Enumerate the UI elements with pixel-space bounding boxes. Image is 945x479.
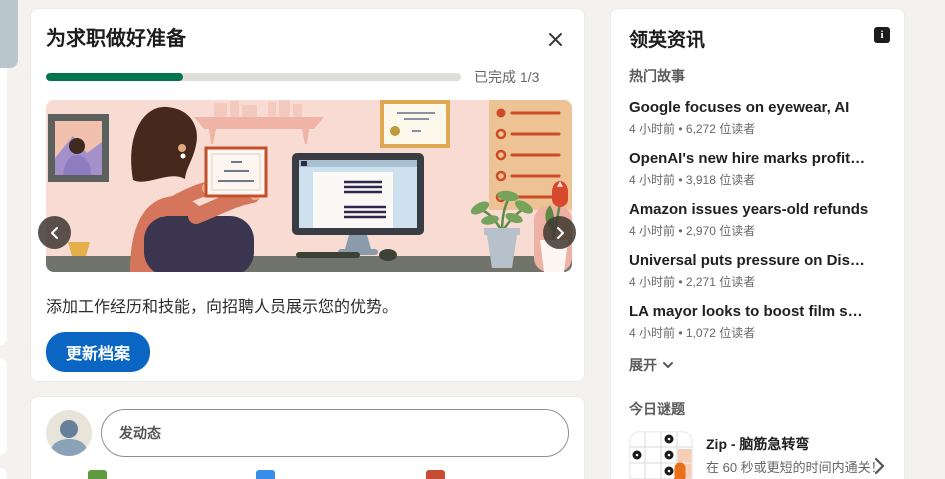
start-post-input[interactable]: 发动态: [101, 409, 569, 457]
chevron-left-icon: [50, 226, 58, 239]
start-post-placeholder: 发动态: [119, 425, 161, 441]
composer-actions-row: [46, 470, 569, 479]
update-profile-button[interactable]: 更新档案: [46, 332, 151, 372]
news-story[interactable]: OpenAI's new hire marks profit… 4 小时前 • …: [629, 150, 890, 188]
news-story[interactable]: LA mayor looks to boost film s… 4 小时前 • …: [629, 303, 890, 341]
avatar-placeholder-icon: [46, 410, 92, 456]
carousel-next-button[interactable]: [543, 216, 576, 249]
news-story-title: LA mayor looks to boost film s…: [629, 303, 863, 320]
job-prep-title: 为求职做好准备: [46, 28, 186, 50]
job-prep-card: 为求职做好准备 已完成 1/3 添加工作经历和技能，向招聘人员展示您的优势。 更…: [30, 8, 585, 382]
news-story-title: OpenAI's new hire marks profit…: [629, 150, 866, 167]
progress-bar: [46, 73, 461, 81]
sidebar-cover-fragment: [0, 0, 18, 68]
chevron-right-icon: [874, 457, 885, 475]
puzzle-item[interactable]: Zip - 脑筋急转弯 在 60 秒或更短的时间内通关！ 分数仅您自己可见: [629, 431, 890, 479]
news-story-title: Google focuses on eyewear, AI: [629, 99, 850, 116]
news-story-meta: 4 小时前 • 1,072 位读者: [629, 326, 756, 340]
article-icon[interactable]: [426, 470, 445, 479]
sidebar-card-fragment-mid: [0, 358, 7, 455]
avatar[interactable]: [46, 410, 92, 456]
news-story[interactable]: Amazon issues years-old refunds 4 小时前 • …: [629, 201, 890, 239]
news-story-title: Amazon issues years-old refunds: [629, 201, 869, 218]
post-composer-card: 发动态: [30, 396, 585, 479]
news-story-meta: 4 小时前 • 2,271 位读者: [629, 275, 756, 289]
carousel-prev-button[interactable]: [38, 216, 71, 249]
linkedin-news-card: 领英资讯 i 热门故事 Google focuses on eyewear, A…: [610, 8, 905, 479]
news-story-title: Universal puts pressure on Dis…: [629, 252, 865, 269]
illustration-art: [46, 100, 572, 272]
expand-label: 展开: [629, 357, 657, 373]
puzzle-subtitle: 在 60 秒或更短的时间内通关！: [706, 460, 884, 475]
chevron-right-icon: [556, 226, 564, 239]
progress-label: 已完成 1/3: [474, 69, 540, 85]
news-story[interactable]: Google focuses on eyewear, AI 4 小时前 • 6,…: [629, 99, 890, 137]
news-story-meta: 4 小时前 • 6,272 位读者: [629, 122, 756, 136]
video-icon[interactable]: [88, 470, 107, 479]
job-prep-description: 添加工作经历和技能，向招聘人员展示您的优势。: [46, 299, 399, 316]
news-card-title: 领英资讯: [629, 30, 706, 51]
news-story-meta: 4 小时前 • 2,970 位读者: [629, 224, 756, 238]
info-icon[interactable]: i: [874, 27, 890, 43]
progress-fill: [46, 73, 183, 81]
photo-icon[interactable]: [256, 470, 275, 479]
chevron-down-icon: [663, 362, 673, 368]
puzzle-title: Zip - 脑筋急转弯: [706, 436, 810, 452]
expand-button[interactable]: 展开: [629, 355, 674, 375]
job-prep-illustration: [46, 100, 572, 272]
progress-row: 已完成 1/3: [46, 67, 569, 87]
sidebar-card-fragment-bottom: [0, 468, 7, 479]
news-story[interactable]: Universal puts pressure on Dis… 4 小时前 • …: [629, 252, 890, 290]
top-stories-label: 热门故事: [629, 68, 685, 84]
news-story-meta: 4 小时前 • 3,918 位读者: [629, 173, 756, 187]
close-button[interactable]: [543, 27, 567, 51]
puzzle-section-label: 今日谜题: [629, 401, 685, 417]
close-icon: [548, 32, 562, 46]
zip-game-icon: [629, 431, 693, 479]
